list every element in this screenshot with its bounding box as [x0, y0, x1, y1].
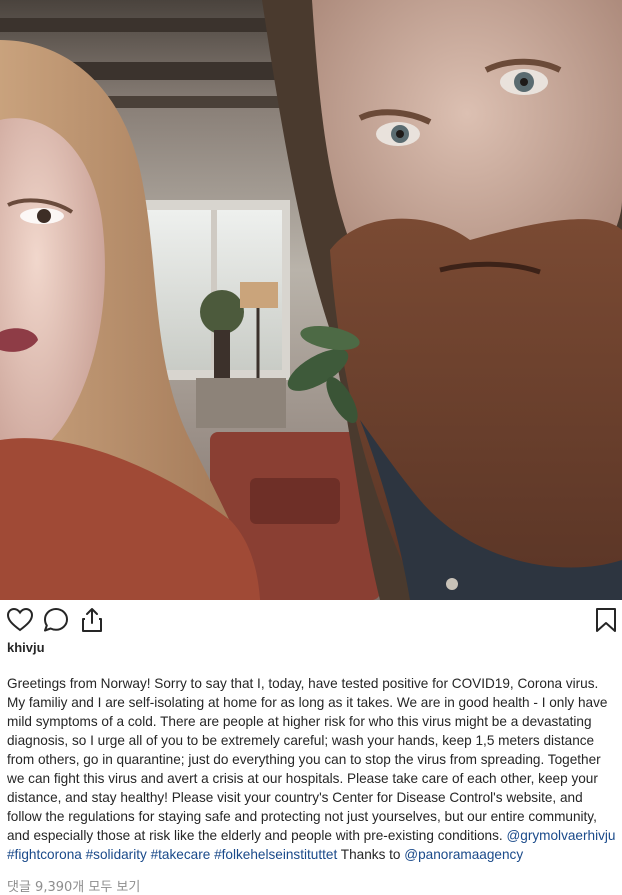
- mention-link[interactable]: @grymolvaerhivju: [506, 828, 615, 843]
- hashtag-link[interactable]: #folkehelseinstituttet: [214, 847, 337, 862]
- caption-text: Greetings from Norway! Sorry to say that…: [7, 676, 608, 843]
- comment-icon[interactable]: [42, 606, 70, 634]
- post-actions-bar: [0, 600, 622, 638]
- post-caption: Greetings from Norway! Sorry to say that…: [7, 674, 617, 864]
- hashtag-link[interactable]: #solidarity: [86, 847, 147, 862]
- post-username[interactable]: khivju: [7, 640, 45, 655]
- post-photo-image: [0, 0, 622, 600]
- hashtag-link[interactable]: #takecare: [151, 847, 211, 862]
- bookmark-icon[interactable]: [594, 606, 622, 634]
- hashtag-link[interactable]: #fightcorona: [7, 847, 82, 862]
- heart-icon[interactable]: [6, 606, 34, 634]
- share-icon[interactable]: [78, 606, 106, 634]
- post-photo[interactable]: [0, 0, 622, 600]
- thanks-text: Thanks to: [340, 847, 401, 862]
- mention-link[interactable]: @panoramaagency: [404, 847, 523, 862]
